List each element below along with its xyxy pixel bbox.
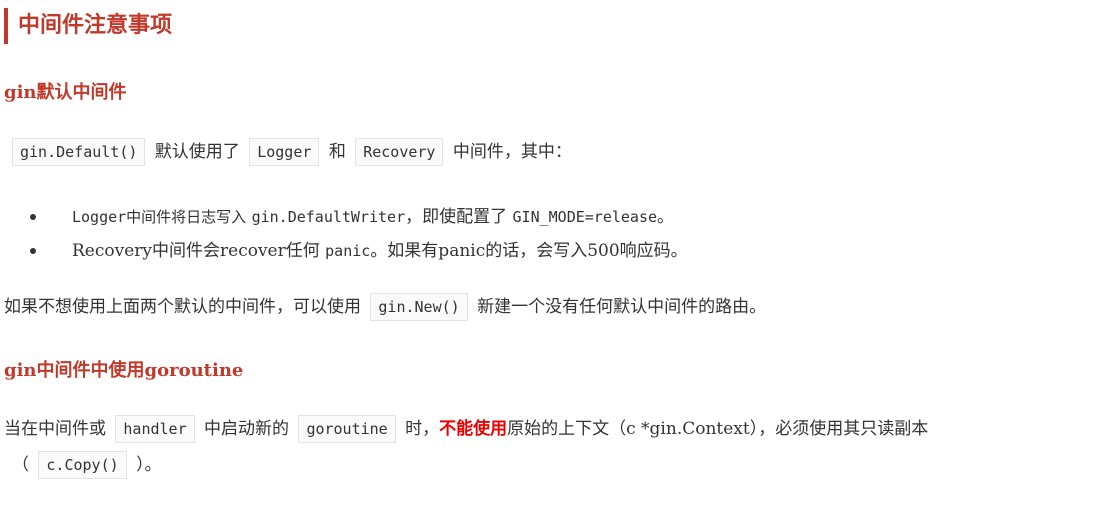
- text: 。如果有panic的话，会写入500响应码。: [370, 241, 688, 261]
- text: 默认使用了: [154, 142, 240, 162]
- text: 原始的上下文（c *gin.Context），必须使用其只读副本: [507, 419, 929, 439]
- text: ）。: [136, 455, 162, 475]
- text: 。: [657, 207, 675, 227]
- list-item: Logger中间件将日志写入 gin.DefaultWriter，即使配置了 G…: [30, 200, 688, 234]
- code-handler: handler: [115, 415, 195, 443]
- text: ，即使配置了: [405, 207, 508, 227]
- code-c-copy: c.Copy(): [38, 451, 127, 479]
- bullet-icon: [30, 248, 36, 254]
- text: 如果不想使用上面两个默认的中间件，可以使用: [4, 297, 361, 317]
- emphasis-text: 不能使用: [439, 419, 508, 439]
- code-goroutine: goroutine: [298, 415, 396, 443]
- text: （: [12, 455, 29, 475]
- section-title-default-middleware: gin默认中间件: [4, 82, 127, 103]
- inline-code: gin.DefaultWriter: [251, 208, 406, 226]
- paragraph-goroutine-cont: （ c.Copy() ）。: [12, 450, 162, 480]
- text: 中间件，其中：: [452, 142, 572, 162]
- inline-code: GIN_MODE=release: [512, 208, 658, 226]
- text: 当在中间件或: [4, 419, 106, 439]
- text: 新建一个没有任何默认中间件的路由。: [477, 297, 767, 317]
- paragraph-gin-new: 如果不想使用上面两个默认的中间件，可以使用 gin.New() 新建一个没有任何…: [4, 292, 766, 322]
- code-gin-new: gin.New(): [370, 293, 468, 321]
- code-recovery: Recovery: [355, 138, 444, 166]
- text: Logger中间件将日志写入: [72, 208, 247, 226]
- list-item: Recovery中间件会recover任何 panic。如果有panic的话，会…: [30, 234, 688, 268]
- text: Recovery中间件会recover任何: [72, 241, 320, 261]
- bullet-icon: [30, 214, 36, 220]
- paragraph-default: gin.Default() 默认使用了 Logger 和 Recovery 中间…: [8, 137, 572, 167]
- section-title-goroutine: gin中间件中使用goroutine: [4, 360, 244, 381]
- page-heading: 中间件注意事项: [4, 8, 172, 44]
- text: 时，: [405, 419, 440, 439]
- inline-code: panic: [325, 242, 371, 260]
- text: 和: [328, 142, 346, 162]
- text: 中启动新的: [204, 419, 290, 439]
- paragraph-goroutine: 当在中间件或 handler 中启动新的 goroutine 时，不能使用原始的…: [4, 414, 928, 444]
- code-gin-default: gin.Default(): [12, 138, 146, 166]
- code-logger: Logger: [249, 138, 320, 166]
- bullet-list: Logger中间件将日志写入 gin.DefaultWriter，即使配置了 G…: [30, 200, 688, 268]
